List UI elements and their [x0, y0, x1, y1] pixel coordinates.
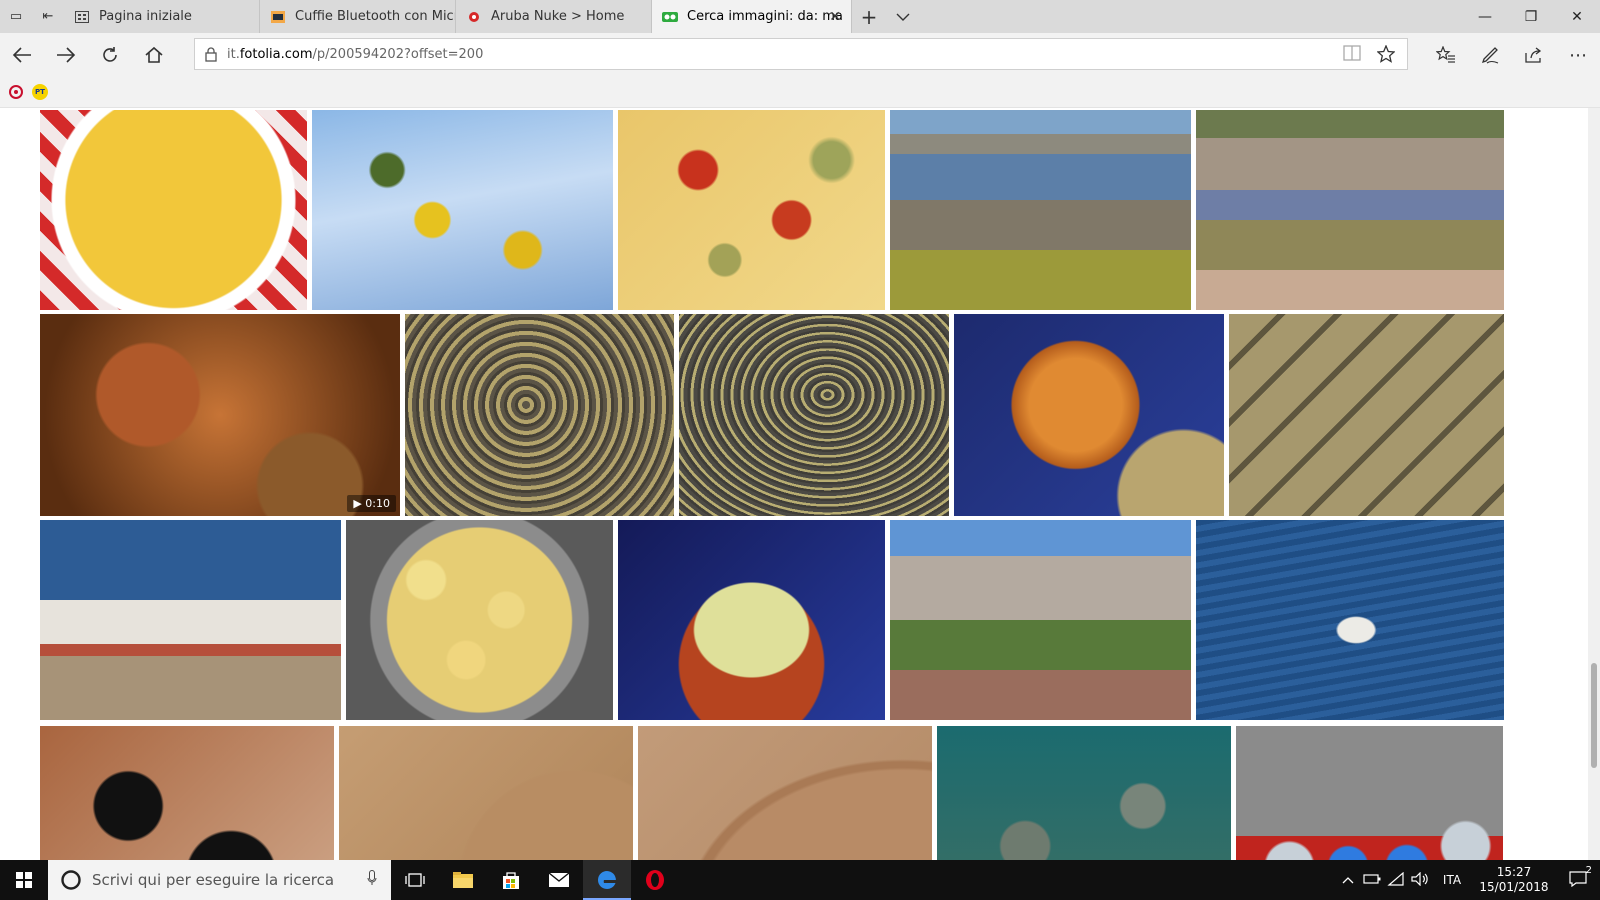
edge-browser-icon[interactable]: [583, 860, 631, 900]
system-tray: ITA 15:27 15/01/2018 2: [1336, 860, 1600, 900]
tab-aruba-nuke[interactable]: Aruba Nuke > Home: [456, 0, 652, 33]
image-tile-car-lights[interactable]: [1236, 726, 1503, 860]
lock-icon[interactable]: [195, 46, 227, 62]
tab-preview-chevron-icon[interactable]: [886, 0, 920, 33]
tab-label: Cuffie Bluetooth con Microf: [295, 9, 456, 24]
web-note-pen-icon[interactable]: [1468, 33, 1512, 77]
minimize-button[interactable]: —: [1462, 0, 1508, 33]
image-tile-watch-gears[interactable]: ▶ 0:10: [40, 314, 400, 516]
gallery-row: ▶ 0:10: [40, 314, 1504, 516]
image-tile-tree-rings-2[interactable]: [679, 314, 949, 516]
action-center-icon[interactable]: 2: [1556, 865, 1600, 890]
volume-icon[interactable]: [1408, 871, 1432, 889]
gallery-row: [40, 726, 1503, 860]
image-tile-onion[interactable]: [954, 314, 1224, 516]
fotolia-icon: [662, 9, 678, 25]
image-tile-seabed-stones[interactable]: [937, 726, 1231, 860]
back-button[interactable]: [0, 33, 44, 77]
store-icon[interactable]: [487, 860, 535, 900]
clock-date: 15/01/2018: [1479, 880, 1549, 894]
image-gallery: ▶ 0:10: [0, 108, 1600, 860]
search-placeholder: Scrivi qui per eseguire la ricerca: [92, 871, 335, 889]
amazon-icon: [270, 9, 286, 25]
favorite-star-icon[interactable]: [1376, 44, 1396, 68]
image-tile-rocky-coast-1[interactable]: [890, 110, 1191, 310]
nuke-icon[interactable]: [8, 84, 24, 100]
notification-count: 2: [1585, 864, 1592, 876]
windows-taskbar: Scrivi qui per eseguire la ricerca ITA 1…: [0, 860, 1600, 900]
forward-button[interactable]: [44, 33, 88, 77]
grid-icon: [74, 9, 90, 25]
wifi-icon[interactable]: [1384, 871, 1408, 889]
tab-list-icon[interactable]: ▭: [0, 0, 32, 33]
close-tab-icon[interactable]: ✕: [829, 9, 841, 25]
image-tile-fishing-boat-sea[interactable]: [1196, 520, 1504, 720]
image-tile-old-boat[interactable]: [40, 520, 341, 720]
image-tile-mountain-path[interactable]: [890, 520, 1191, 720]
more-options-icon[interactable]: ⋯: [1556, 33, 1600, 77]
reading-view-icon[interactable]: [1343, 45, 1361, 68]
new-tab-button[interactable]: +: [852, 0, 886, 33]
tab-label: Pagina iniziale: [99, 9, 192, 24]
window-controls: — ❐ ✕: [1462, 0, 1600, 33]
gallery-row: [40, 520, 1504, 720]
gallery-row: [40, 110, 1504, 310]
tab-label: Aruba Nuke > Home: [491, 9, 625, 24]
cortana-icon: [61, 870, 81, 890]
image-tile-sand-curve-2[interactable]: [638, 726, 932, 860]
poste-icon[interactable]: PT: [32, 84, 48, 100]
task-view-icon[interactable]: [391, 860, 439, 900]
set-aside-tabs-icon[interactable]: ⇤: [32, 0, 64, 33]
home-button[interactable]: [132, 33, 176, 77]
tab-cerca-immagini[interactable]: Cerca immagini: da: ma ✕: [652, 0, 852, 33]
refresh-button[interactable]: [88, 33, 132, 77]
image-tile-sand-curve-1[interactable]: [339, 726, 633, 860]
navigation-bar: it.fotolia.com/p/200594202?offset=200 ⋯: [0, 33, 1600, 77]
browser-tools: ⋯: [1424, 33, 1600, 77]
image-tile-focaccia-tomatoes[interactable]: [618, 110, 885, 310]
favorites-bar: PT: [0, 77, 1600, 108]
image-tile-wooden-boards[interactable]: [1229, 314, 1504, 516]
image-tile-mimosa-sky[interactable]: [312, 110, 613, 310]
tab-bar: ▭ ⇤ Pagina iniziale Cuffie Bluetooth con…: [0, 0, 1600, 33]
scrollbar-thumb[interactable]: [1591, 663, 1597, 768]
maximize-button[interactable]: ❐: [1508, 0, 1554, 33]
microphone-icon[interactable]: [367, 870, 377, 890]
opera-icon[interactable]: [631, 860, 679, 900]
battery-icon[interactable]: [1360, 873, 1384, 888]
url-text: it.fotolia.com/p/200594202?offset=200: [227, 46, 484, 62]
file-explorer-icon[interactable]: [439, 860, 487, 900]
address-bar[interactable]: it.fotolia.com/p/200594202?offset=200: [194, 38, 1408, 70]
favorites-hub-icon[interactable]: [1424, 33, 1468, 77]
start-button[interactable]: [0, 860, 48, 900]
image-tile-potatoes-bowl[interactable]: [618, 520, 885, 720]
share-icon[interactable]: [1512, 33, 1556, 77]
video-duration-badge: ▶ 0:10: [347, 495, 396, 512]
tab-pagina-iniziale[interactable]: Pagina iniziale: [64, 0, 260, 33]
image-tile-rock-holes[interactable]: [40, 726, 334, 860]
mail-icon[interactable]: [535, 860, 583, 900]
image-tile-pasta-shells[interactable]: [40, 110, 307, 310]
image-tile-rocky-coast-2[interactable]: [1196, 110, 1504, 310]
tab-cuffie-bluetooth[interactable]: Cuffie Bluetooth con Microf: [260, 0, 456, 33]
show-hidden-icons-chevron[interactable]: [1336, 873, 1360, 887]
input-language[interactable]: ITA: [1432, 873, 1472, 887]
image-tile-tree-rings-1[interactable]: [405, 314, 674, 516]
clock[interactable]: 15:27 15/01/2018: [1472, 865, 1556, 895]
close-window-button[interactable]: ✕: [1554, 0, 1600, 33]
tab-label: Cerca immagini: da: ma: [687, 9, 843, 24]
clock-time: 15:27: [1496, 865, 1532, 879]
image-tile-potatoes-steamer[interactable]: [346, 520, 613, 720]
aruba-icon: [466, 9, 482, 25]
page-scrollbar[interactable]: [1588, 108, 1600, 860]
taskbar-search-box[interactable]: Scrivi qui per eseguire la ricerca: [48, 860, 391, 900]
